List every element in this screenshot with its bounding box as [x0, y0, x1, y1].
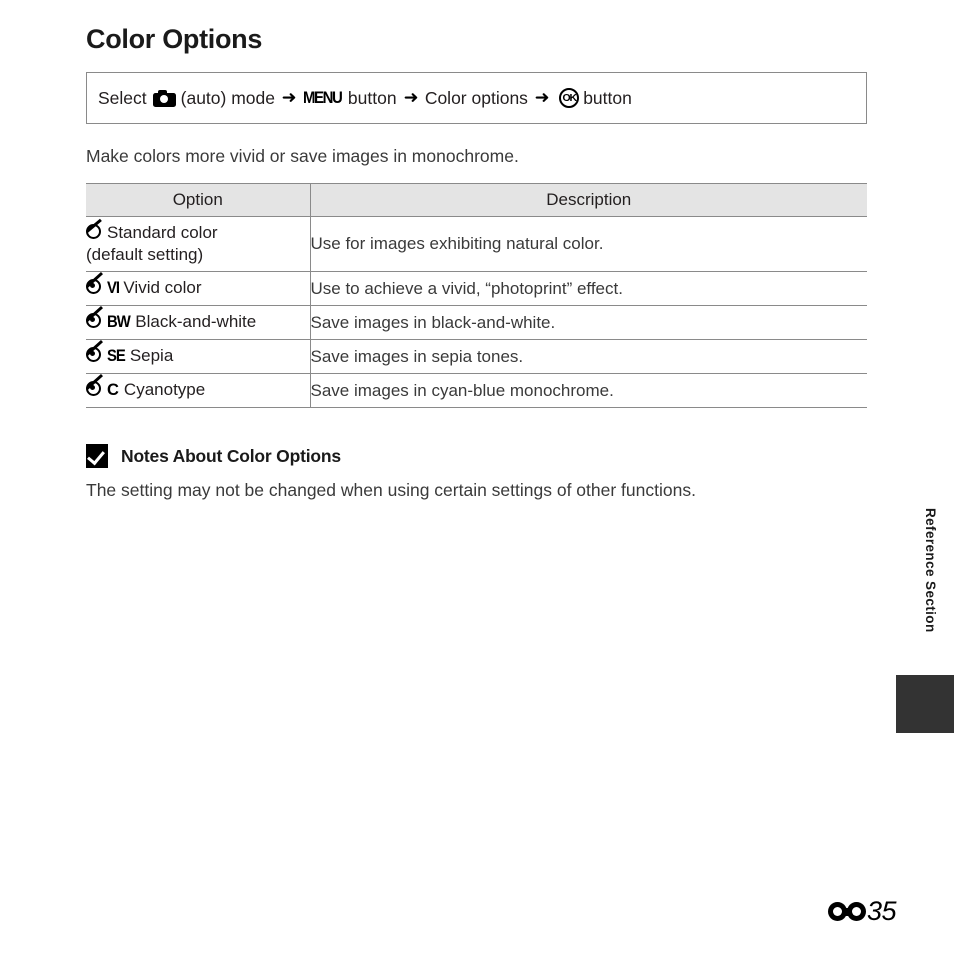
description-cell: Use to achieve a vivid, “photoprint” eff… [310, 271, 867, 306]
description-cell: Save images in cyan-blue monochrome. [310, 373, 867, 408]
standard-color-icon [86, 218, 105, 241]
option-sublabel: (default setting) [86, 245, 204, 264]
color-options-table: Option Description Standard color (defau… [86, 183, 867, 408]
camera-icon [152, 89, 176, 107]
nav-mode-text: (auto) mode [180, 87, 275, 108]
description-cell: Use for images exhibiting natural color. [310, 216, 867, 272]
option-cell-black-and-white: BW Black-and-white [86, 305, 311, 340]
page-title: Color Options [86, 24, 263, 54]
option-cell-cyanotype: C Cyanotype [86, 373, 311, 408]
nav-menu-button-text: button [347, 87, 397, 108]
option-label: Standard color [107, 223, 218, 243]
cyanotype-icon [86, 374, 105, 398]
sepia-icon [86, 340, 105, 364]
section-side-label: Reference Section [923, 508, 938, 633]
table-row: BW Black-and-white Save images in black-a… [86, 305, 867, 340]
option-abbr: BW [107, 313, 131, 332]
option-label: Sepia [129, 346, 174, 366]
option-label: Cyanotype [123, 380, 206, 400]
option-label: Black-and-white [135, 312, 257, 332]
navigation-path: Select (auto) mode ➜ MENU button ➜ Color… [87, 88, 632, 109]
option-abbr: C [107, 381, 119, 400]
arrow-right-icon-3: ➜ [534, 88, 550, 107]
notes-body-text: The setting may not be changed when usin… [86, 480, 696, 500]
table-row: C Cyanotype Save images in cyan-blue mono… [86, 373, 867, 408]
option-cell-sepia: SE Sepia [86, 339, 311, 374]
arrow-right-icon-1: ➜ [281, 88, 297, 107]
option-abbr: SE [107, 347, 126, 366]
description-cell: Save images in sepia tones. [310, 339, 867, 374]
table-row: Standard color (default setting) Use for… [86, 216, 867, 272]
option-label: Vivid color [123, 278, 202, 298]
table-row: SE Sepia Save images in sepia tones. [86, 339, 867, 374]
nav-menu-item-text: Color options [424, 87, 528, 108]
reference-section-symbol-icon [827, 902, 866, 921]
vivid-color-icon [86, 272, 105, 296]
nav-lead-text: Select [98, 87, 147, 108]
table-row: VI Vivid color Use to achieve a vivid, “p… [86, 271, 867, 306]
option-cell-standard-color: Standard color (default setting) [86, 216, 311, 272]
intro-text: Make colors more vivid or save images in… [86, 146, 519, 166]
section-tab-marker [896, 675, 954, 733]
navigation-path-box: Select (auto) mode ➜ MENU button ➜ Color… [86, 72, 867, 124]
option-abbr: VI [107, 279, 120, 298]
nav-ok-button-text: button [583, 87, 632, 108]
ok-button-icon: OK [559, 88, 580, 108]
notes-block: Notes About Color Options The setting ma… [86, 444, 786, 501]
black-and-white-icon [86, 306, 105, 330]
column-header-description: Description [310, 183, 867, 217]
caution-check-icon [86, 444, 108, 468]
arrow-right-icon-2: ➜ [403, 88, 419, 107]
document-page: Color Options Select (auto) mode ➜ MENU … [0, 0, 954, 954]
notes-heading-row: Notes About Color Options [86, 444, 786, 468]
description-cell: Save images in black-and-white. [310, 305, 867, 340]
option-cell-vivid-color: VI Vivid color [86, 271, 311, 306]
notes-heading: Notes About Color Options [121, 445, 341, 466]
page-number-text: 35 [866, 896, 897, 926]
table-header-row: Option Description [86, 183, 867, 217]
column-header-option: Option [86, 183, 311, 217]
menu-button-label: MENU [303, 88, 343, 107]
page-number: 35 [827, 896, 897, 927]
